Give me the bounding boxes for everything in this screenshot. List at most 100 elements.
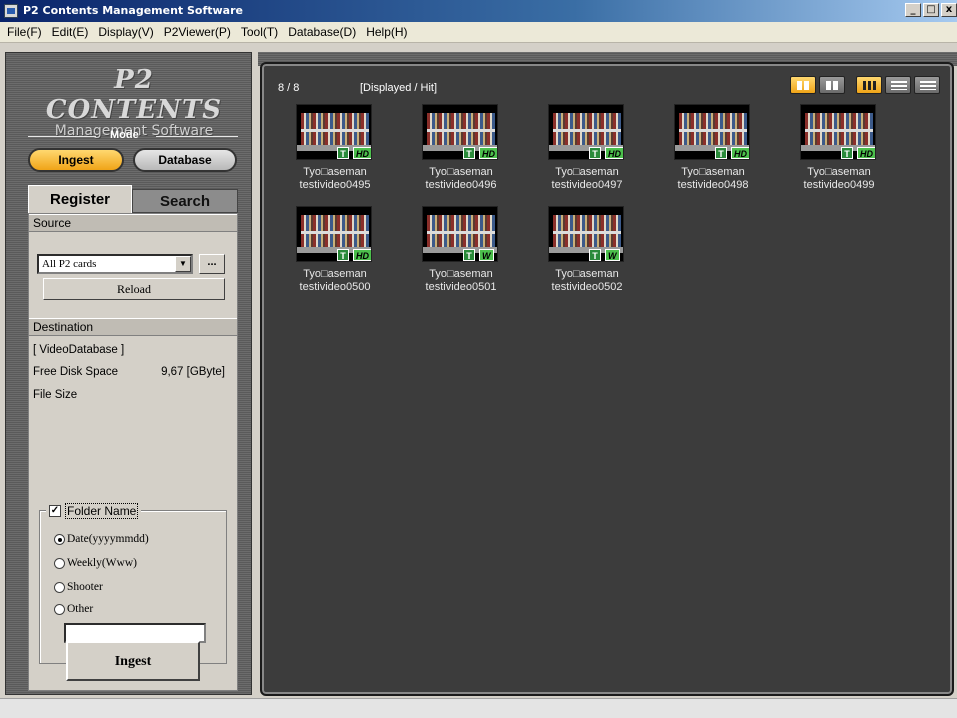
mode-row: Mode bbox=[28, 129, 238, 143]
thumbnail-item[interactable]: T W Tyo□aseman testivideo0502 bbox=[542, 206, 632, 306]
view-thumbnail-mode-button[interactable] bbox=[856, 76, 882, 94]
folder-name-legend: ✓ Folder Name bbox=[46, 503, 142, 519]
thumbnail-image: T HD bbox=[674, 104, 750, 160]
radio-shooter-label: Shooter bbox=[67, 581, 103, 593]
thumbnail-image: T HD bbox=[422, 104, 498, 160]
display-hit-label: [Displayed / Hit] bbox=[360, 82, 438, 94]
list-icon bbox=[920, 81, 936, 90]
window-title: P2 Contents Management Software bbox=[23, 4, 243, 17]
format-badge: W bbox=[605, 249, 620, 261]
menu-tool[interactable]: Tool(T) bbox=[238, 25, 285, 39]
thumbnail-item[interactable]: T HD Tyo□aseman testivideo0497 bbox=[542, 104, 632, 204]
close-button[interactable]: x bbox=[941, 3, 957, 17]
thumbnail-item[interactable]: T HD Tyo□aseman testivideo0498 bbox=[668, 104, 758, 204]
thumbnail-caption: Tyo□aseman testivideo0495 bbox=[299, 166, 371, 191]
thumbnail-caption: Tyo□aseman testivideo0498 bbox=[677, 166, 749, 191]
thumbnail-item[interactable]: T HD Tyo□aseman testivideo0500 bbox=[290, 206, 380, 306]
chevron-down-icon[interactable]: ▼ bbox=[175, 256, 191, 272]
source-select[interactable]: All P2 cards ▼ bbox=[37, 254, 193, 274]
menu-bar: File(F) Edit(E) Display(V) P2Viewer(P) T… bbox=[0, 22, 957, 43]
t-badge-icon: T bbox=[337, 249, 349, 261]
menu-file[interactable]: File(F) bbox=[4, 25, 49, 39]
logo: P2 CONTENTS Management Software bbox=[44, 65, 224, 139]
radio-other-dot[interactable] bbox=[54, 603, 65, 615]
free-disk-label: Free Disk Space bbox=[33, 366, 119, 378]
thumbnail-item[interactable]: T HD Tyo□aseman testivideo0499 bbox=[794, 104, 884, 204]
thumbnail-item[interactable]: T W Tyo□aseman testivideo0501 bbox=[416, 206, 506, 306]
mode-divider-left bbox=[28, 136, 96, 137]
mode-database-button[interactable]: Database bbox=[133, 148, 237, 172]
radio-date-label: Date(yyyymmdd) bbox=[67, 533, 149, 545]
thumbnail-image: T W bbox=[548, 206, 624, 262]
thumbnail-item[interactable]: T HD Tyo□aseman testivideo0495 bbox=[290, 104, 380, 204]
browser-panel: 8 / 8 [Displayed / Hit] T HD Tyo□aseman t… bbox=[260, 62, 954, 696]
t-badge-icon: T bbox=[463, 147, 475, 159]
tab-register[interactable]: Register bbox=[28, 185, 132, 213]
view-small-thumbnails-button[interactable] bbox=[819, 76, 845, 94]
radio-other[interactable]: Other bbox=[54, 603, 93, 615]
free-disk-value: 9,67 [GByte] bbox=[161, 366, 225, 378]
other-folder-input[interactable] bbox=[64, 623, 206, 643]
menu-edit[interactable]: Edit(E) bbox=[49, 25, 96, 39]
t-badge-icon: T bbox=[589, 249, 601, 261]
file-size-label: File Size bbox=[33, 389, 78, 401]
menu-display[interactable]: Display(V) bbox=[95, 25, 160, 39]
view-list-button[interactable] bbox=[914, 76, 940, 94]
thumbnail-item[interactable]: T HD Tyo□aseman testivideo0496 bbox=[416, 104, 506, 204]
t-badge-icon: T bbox=[715, 147, 727, 159]
grid-large-icon bbox=[797, 81, 811, 90]
radio-shooter-dot[interactable] bbox=[54, 581, 65, 593]
destination-database: [ VideoDatabase ] bbox=[33, 344, 125, 356]
menu-p2viewer[interactable]: P2Viewer(P) bbox=[161, 25, 238, 39]
mode-ingest-button[interactable]: Ingest bbox=[28, 148, 124, 172]
folder-name-checkbox[interactable]: ✓ bbox=[49, 505, 61, 517]
thumbnail-image: T W bbox=[422, 206, 498, 262]
maximize-button[interactable]: □ bbox=[923, 3, 939, 17]
source-header: Source bbox=[29, 214, 237, 232]
format-badge: HD bbox=[731, 147, 749, 159]
thumbnail-image: T HD bbox=[548, 104, 624, 160]
format-badge: HD bbox=[353, 249, 371, 261]
radio-date[interactable]: Date(yyyymmdd) bbox=[54, 533, 149, 545]
view-detail-button[interactable] bbox=[885, 76, 911, 94]
window-controls: _ □ x bbox=[905, 3, 957, 17]
status-bar bbox=[0, 698, 957, 718]
radio-weekly[interactable]: Weekly(Www) bbox=[54, 557, 137, 569]
register-panel: Source All P2 cards ▼ ... Reload Destina… bbox=[28, 213, 238, 691]
tab-search[interactable]: Search bbox=[132, 189, 238, 213]
radio-date-dot[interactable] bbox=[54, 533, 65, 545]
menu-database[interactable]: Database(D) bbox=[285, 25, 363, 39]
view-buttons bbox=[790, 76, 940, 94]
folder-name-label: Folder Name bbox=[65, 503, 139, 519]
reload-button[interactable]: Reload bbox=[43, 278, 225, 300]
grid-icon bbox=[863, 81, 877, 90]
menu-help[interactable]: Help(H) bbox=[363, 25, 414, 39]
thumbnail-caption: Tyo□aseman testivideo0499 bbox=[803, 166, 875, 191]
format-badge: HD bbox=[479, 147, 497, 159]
minimize-button[interactable]: _ bbox=[905, 3, 921, 17]
t-badge-icon: T bbox=[337, 147, 349, 159]
display-count: 8 / 8 bbox=[278, 82, 300, 94]
radio-other-label: Other bbox=[67, 603, 94, 615]
format-badge: HD bbox=[605, 147, 623, 159]
mode-label: Mode bbox=[110, 129, 139, 141]
radio-weekly-dot[interactable] bbox=[54, 557, 65, 569]
logo-main: P2 CONTENTS bbox=[45, 65, 223, 125]
title-bar: P2 Contents Management Software _ □ x bbox=[0, 0, 957, 22]
format-badge: HD bbox=[353, 147, 371, 159]
destination-header: Destination bbox=[29, 318, 237, 336]
ingest-button[interactable]: Ingest bbox=[66, 641, 200, 681]
mode-divider-right bbox=[156, 136, 238, 137]
grid-small-icon bbox=[826, 81, 840, 90]
source-select-value: All P2 cards bbox=[42, 258, 97, 270]
thumbnail-image: T HD bbox=[296, 104, 372, 160]
detail-list-icon bbox=[891, 81, 907, 90]
app-window: P2 Contents Management Software _ □ x Fi… bbox=[0, 0, 957, 718]
browse-button[interactable]: ... bbox=[199, 254, 225, 274]
view-large-thumbnails-button[interactable] bbox=[790, 76, 816, 94]
t-badge-icon: T bbox=[841, 147, 853, 159]
radio-shooter[interactable]: Shooter bbox=[54, 581, 103, 593]
thumbnail-caption: Tyo□aseman testivideo0496 bbox=[425, 166, 497, 191]
format-badge: W bbox=[479, 249, 494, 261]
t-badge-icon: T bbox=[463, 249, 475, 261]
